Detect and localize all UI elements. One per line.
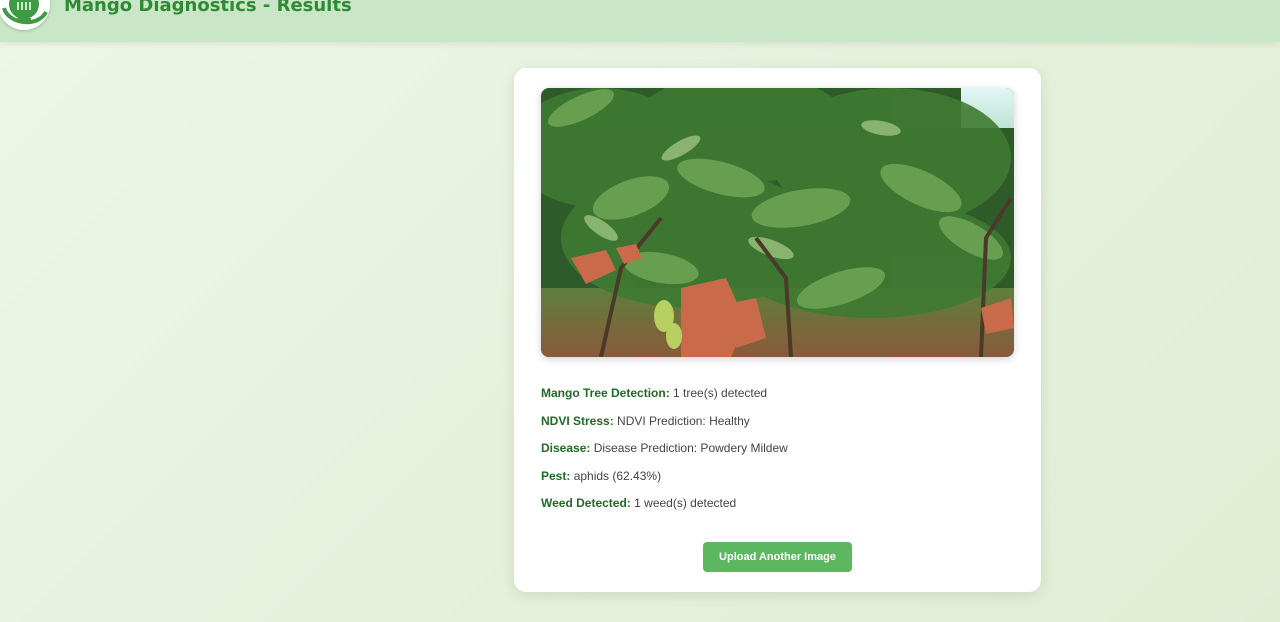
result-ndvi-stress: NDVI Stress: NDVI Prediction: Healthy xyxy=(541,414,1014,442)
result-tree-detection: Mango Tree Detection: 1 tree(s) detected xyxy=(541,386,1014,414)
result-label: Mango Tree Detection: xyxy=(541,386,670,400)
result-value: NDVI Prediction: Healthy xyxy=(617,413,750,428)
upload-another-image-button[interactable]: Upload Another Image xyxy=(703,542,852,572)
result-value: 1 tree(s) detected xyxy=(673,386,768,400)
result-label: NDVI Stress: xyxy=(541,413,614,428)
result-disease: Disease: Disease Prediction: Powdery Mil… xyxy=(541,441,1014,469)
leaf-logo-icon xyxy=(0,0,50,30)
result-label: Pest: xyxy=(541,468,571,483)
results-list: Mango Tree Detection: 1 tree(s) detected… xyxy=(541,386,1014,524)
result-weed: Weed Detected: 1 weed(s) detected xyxy=(541,496,1014,524)
result-value: 1 weed(s) detected xyxy=(634,496,737,510)
result-value: aphids (62.43%) xyxy=(573,468,662,483)
result-label: Disease: xyxy=(541,441,591,455)
mango-tree-photo xyxy=(541,88,1014,357)
result-label: Weed Detected: xyxy=(541,496,631,510)
results-card: Mango Tree Detection: 1 tree(s) detected… xyxy=(514,68,1041,592)
page-title: Mango Diagnostics - Results xyxy=(64,0,352,16)
result-value: Disease Prediction: Powdery Mildew xyxy=(593,441,788,455)
top-header: Mango Diagnostics - Results xyxy=(0,0,1280,42)
result-pest: Pest: aphids (62.43%) xyxy=(541,469,1014,497)
